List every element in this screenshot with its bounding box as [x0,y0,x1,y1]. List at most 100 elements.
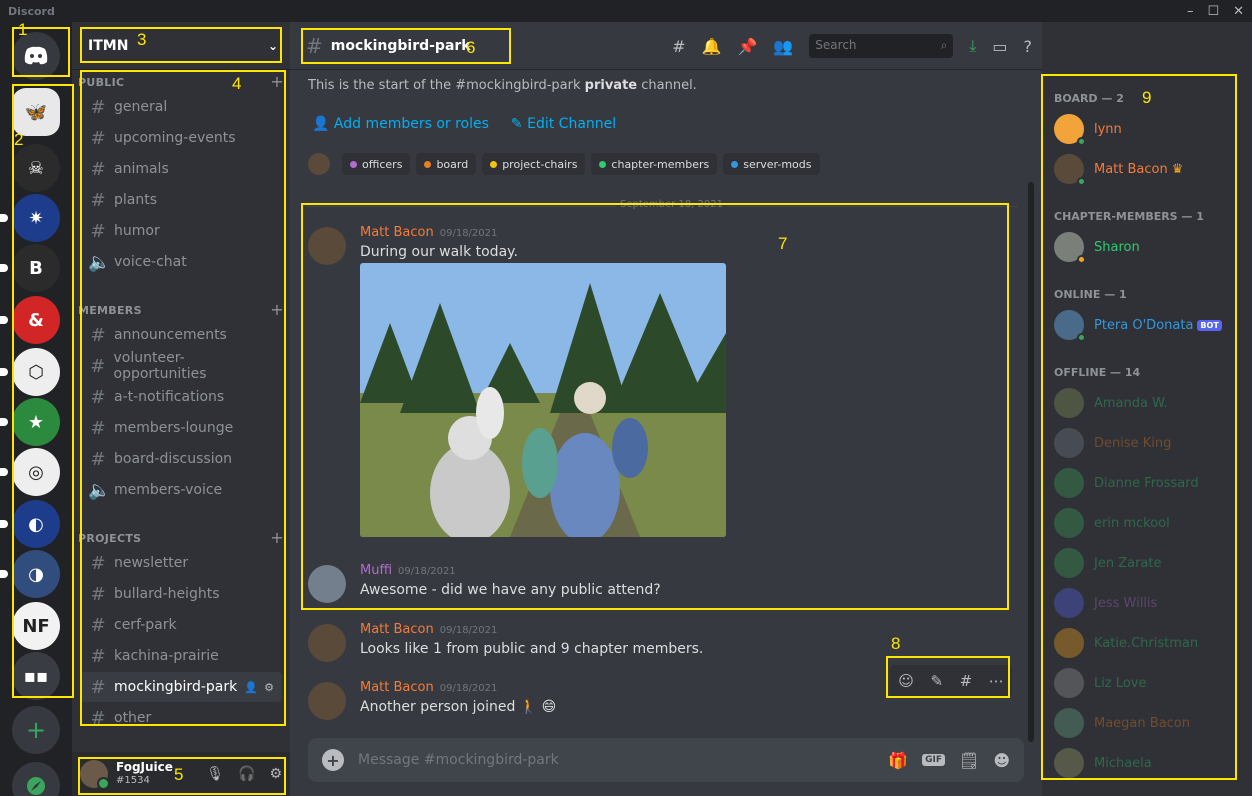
channel-voice-chat[interactable]: 🔈 voice-chat [80,247,282,277]
role-chip[interactable]: officers [342,153,411,175]
server-icon[interactable]: ◑ [0,550,60,598]
add-members-link[interactable]: 👤 Add members or roles [312,116,489,132]
settings-gear-icon[interactable]: ⚙ [269,766,282,782]
channel-members-lounge[interactable]: # members-lounge [80,413,282,443]
maximize-icon[interactable]: ☐ [1207,4,1219,19]
server-icon[interactable]: ▪▪ [12,652,60,700]
member-item[interactable]: Amanda W. [1054,386,1244,420]
server-icon[interactable]: NF [12,602,60,650]
attached-photo[interactable] [360,263,726,537]
add-reaction-icon[interactable]: ☺ [898,672,914,690]
member-item[interactable]: Katie.Christman [1054,626,1244,660]
message-author[interactable]: Matt Bacon [360,622,434,637]
server-icon[interactable]: ✷ [0,194,60,242]
role-chip[interactable]: project-chairs [482,153,586,175]
gif-icon[interactable]: GIF [922,754,945,766]
member-item[interactable]: Ptera O'Donata BOT [1054,308,1244,342]
close-icon[interactable]: ✕ [1233,4,1244,19]
headphones-icon[interactable]: 🎧 [238,766,255,782]
member-item[interactable]: Dianne Frossard [1054,466,1244,500]
member-item[interactable]: Sharon [1054,230,1244,264]
channel-volunteer-opportunities[interactable]: # volunteer-opportunities [80,350,282,382]
message-input[interactable]: Message #mockingbird-park [358,752,559,768]
add-channel-icon[interactable]: + [270,528,284,547]
member-item[interactable]: Jess Willis [1054,586,1244,620]
category-members[interactable]: MEMBERS + [78,300,284,319]
help-icon[interactable]: ? [1024,37,1033,56]
chat-scrollbar[interactable] [1028,182,1034,742]
role-chip[interactable]: board [416,153,477,175]
settings-gear-icon[interactable]: ⚙ [264,681,274,694]
message[interactable]: Muffi 09/18/2021 Awesome - did we have any… [308,563,1008,603]
avatar[interactable] [308,227,346,265]
user-info[interactable]: FogJuice #1534 [116,761,173,787]
channel-other[interactable]: # other [80,703,282,733]
channel-mockingbird-park[interactable]: # mockingbird-park 👤 ⚙ [80,672,282,702]
server-icon[interactable]: & [0,296,60,344]
channel-a-t-notifications[interactable]: # a-t-notifications [80,382,282,412]
inbox-icon[interactable]: ▭ [992,37,1007,56]
avatar[interactable] [80,760,110,790]
create-thread-icon[interactable]: # [960,672,973,690]
more-options-icon[interactable]: ⋯ [989,672,1004,690]
channel-board-discussion[interactable]: # board-discussion [80,444,282,474]
message[interactable]: Matt Bacon 09/18/2021 Looks like 1 from pu… [308,622,1008,662]
member-item[interactable]: Liz Love [1054,666,1244,700]
add-server-button[interactable]: + [12,706,60,754]
category-public[interactable]: PUBLIC + [78,72,284,91]
channel-announcements[interactable]: # announcements [80,320,282,350]
member-item[interactable]: erin mckool [1054,506,1244,540]
server-icon[interactable]: ☠ [12,144,60,192]
server-icon[interactable]: ★ [0,398,60,446]
channel-cerf-park[interactable]: # cerf-park [80,610,282,640]
message-composer[interactable]: + Message #mockingbird-park 🎁 GIF 🗒 ☻ [308,738,1024,782]
channel-bullard-heights[interactable]: # bullard-heights [80,579,282,609]
server-icon[interactable]: ⬡ [0,348,60,396]
avatar[interactable] [308,565,346,603]
server-icon[interactable]: B [0,244,60,292]
gift-icon[interactable]: 🎁 [888,751,908,770]
explore-servers-button[interactable] [12,762,60,796]
search-input[interactable]: Search ⌕ [809,34,954,58]
edit-icon[interactable]: ✎ [930,672,943,690]
role-chip[interactable]: chapter-members [591,153,718,175]
channel-general[interactable]: # general [80,92,282,122]
message[interactable]: Matt Bacon 09/18/2021 During our walk toda… [308,225,1008,265]
avatar[interactable] [308,624,346,662]
minimize-icon[interactable]: – [1187,4,1194,19]
server-header[interactable]: ITMN ⌄ [72,22,290,70]
server-icon[interactable]: ◐ [0,500,60,548]
message-author[interactable]: Matt Bacon [360,680,434,695]
category-projects[interactable]: PROJECTS + [78,528,284,547]
sticker-icon[interactable]: 🗒 [959,751,979,770]
channel-animals[interactable]: # animals [80,154,282,184]
message-author[interactable]: Matt Bacon [360,225,434,240]
server-icon[interactable]: 🦋 [12,88,60,136]
role-chip[interactable]: server-mods [723,153,820,175]
member-item[interactable]: Michaela [1054,746,1244,780]
threads-icon[interactable]: # [672,37,685,56]
emoji-icon[interactable]: ☻ [993,751,1010,770]
attach-plus-icon[interactable]: + [322,749,344,771]
member-item[interactable]: Matt Bacon ♛ [1054,152,1244,186]
server-icon[interactable]: ◎ [0,448,60,496]
edit-channel-link[interactable]: ✎ Edit Channel [511,116,616,132]
avatar[interactable] [308,682,346,720]
bell-icon[interactable]: 🔔 [702,37,722,56]
microphone-icon[interactable]: 🎙 [206,766,224,782]
channel-upcoming-events[interactable]: # upcoming-events [80,123,282,153]
add-channel-icon[interactable]: + [270,72,284,91]
message-author[interactable]: Muffi [360,563,392,578]
add-channel-icon[interactable]: + [270,300,284,319]
channel-plants[interactable]: # plants [80,185,282,215]
member-item[interactable]: lynn [1054,112,1244,146]
invite-icon[interactable]: 👤 [244,681,258,694]
pin-icon[interactable]: 📌 [737,37,757,56]
channel-humor[interactable]: # humor [80,216,282,246]
member-list-icon[interactable]: 👥 [773,37,793,56]
channel-kachina-prairie[interactable]: # kachina-prairie [80,641,282,671]
download-icon[interactable]: ⤓ [969,36,976,56]
member-item[interactable]: Maegan Bacon [1054,706,1244,740]
member-item[interactable]: Denise King [1054,426,1244,460]
channel-newsletter[interactable]: # newsletter [80,548,282,578]
